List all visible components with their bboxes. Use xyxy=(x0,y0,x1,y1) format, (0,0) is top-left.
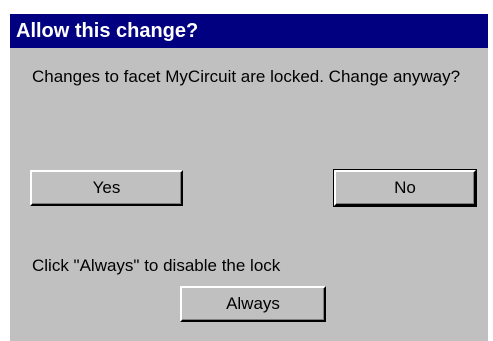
always-button[interactable]: Always xyxy=(180,286,326,322)
dialog-message: Changes to facet MyCircuit are locked. C… xyxy=(32,67,461,86)
yes-button[interactable]: Yes xyxy=(30,170,183,206)
lock-change-dialog: Allow this change? Changes to facet MyCi… xyxy=(10,14,488,341)
always-hint-text: Click "Always" to disable the lock xyxy=(32,256,281,275)
no-button[interactable]: No xyxy=(333,169,477,207)
dialog-title[interactable]: Allow this change? xyxy=(10,14,488,48)
